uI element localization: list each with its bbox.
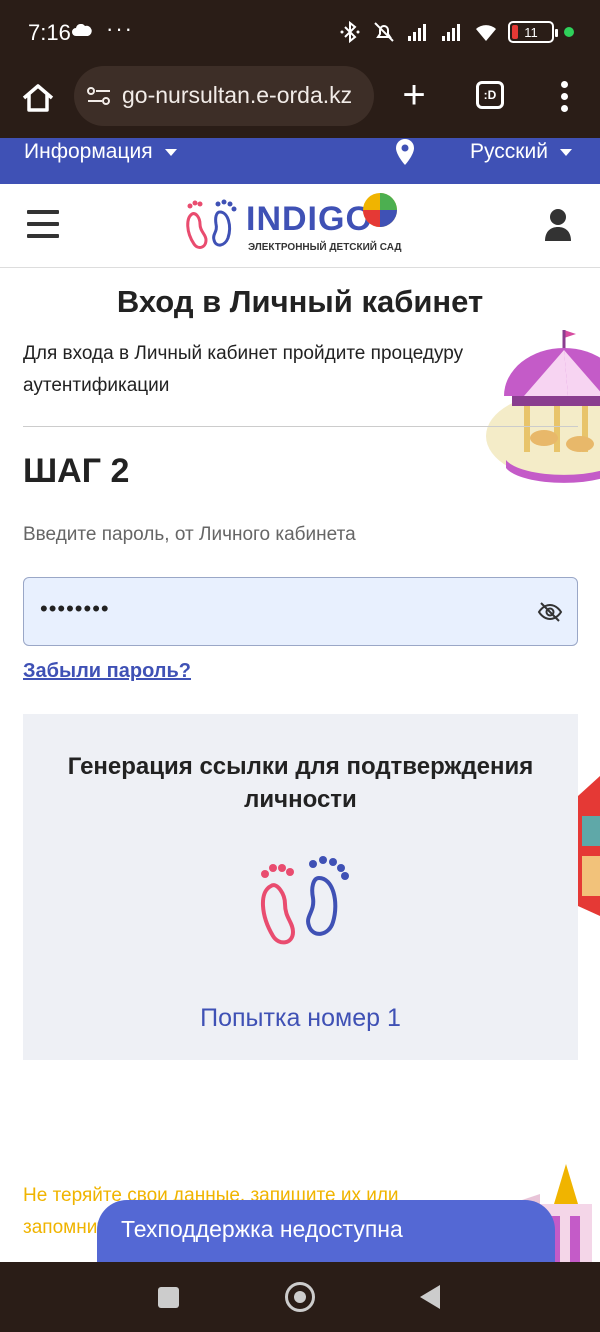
back-button[interactable] bbox=[420, 1285, 440, 1309]
divider bbox=[23, 426, 578, 427]
site-top-nav: Информация Русский bbox=[0, 138, 600, 184]
support-chat-button[interactable]: Техподдержка недоступна bbox=[97, 1200, 555, 1264]
page-title: Вход в Личный кабинет bbox=[116, 284, 484, 319]
chevron-down-icon bbox=[559, 148, 572, 156]
chevron-down-icon bbox=[164, 148, 177, 156]
new-tab-button[interactable]: + bbox=[396, 75, 432, 116]
notification-dots: ··· bbox=[106, 16, 134, 41]
support-label: Техподдержка недоступна bbox=[121, 1216, 403, 1242]
url-text[interactable]: go-nursultan.e-orda.kz bbox=[122, 82, 352, 109]
privacy-indicator bbox=[564, 27, 574, 37]
battery-level: 11 bbox=[524, 24, 538, 40]
generation-title: Генерация ссылки для подтверждения лично… bbox=[67, 753, 534, 813]
footprints-icon bbox=[261, 856, 349, 945]
cloud-icon bbox=[72, 24, 92, 36]
password-hint: Введите пароль, от Личного кабинета bbox=[23, 524, 356, 545]
indigo-logo[interactable]: INDIGO ЭЛЕКТРОННЫЙ ДЕТСКИЙ САД bbox=[184, 190, 416, 260]
bluetooth-icon bbox=[340, 20, 360, 44]
battery-icon: 11 bbox=[508, 21, 558, 43]
address-bar[interactable]: go-nursultan.e-orda.kz bbox=[74, 66, 374, 126]
home-button[interactable] bbox=[285, 1282, 315, 1312]
browser-toolbar: go-nursultan.e-orda.kz + :D bbox=[0, 66, 600, 138]
password-field[interactable]: •••••••• bbox=[23, 577, 578, 646]
page-description: Для входа в Личный кабинет пройдите проц… bbox=[23, 343, 464, 396]
signal-icon bbox=[408, 24, 426, 41]
browser-menu-button[interactable] bbox=[554, 78, 574, 114]
signal-icon bbox=[442, 24, 460, 41]
attempt-counter: Попытка номер 1 bbox=[200, 1004, 401, 1032]
status-bar: 7:16 ··· 11 bbox=[0, 0, 600, 66]
tabs-button[interactable]: :D bbox=[476, 81, 504, 109]
language-dropdown[interactable]: Русский bbox=[470, 140, 572, 164]
language-label: Русский bbox=[470, 140, 548, 163]
home-icon[interactable] bbox=[18, 78, 58, 118]
info-dropdown[interactable]: Информация bbox=[24, 140, 177, 164]
logo-subtitle: ЭЛЕКТРОННЫЙ ДЕТСКИЙ САД bbox=[248, 242, 402, 253]
location-pin-icon[interactable] bbox=[394, 138, 416, 166]
generation-panel: Генерация ссылки для подтверждения лично… bbox=[23, 714, 578, 1060]
site-settings-icon[interactable] bbox=[86, 84, 112, 108]
info-label: Информация bbox=[24, 140, 153, 163]
wifi-icon bbox=[476, 25, 496, 41]
site-header: INDIGO ЭЛЕКТРОННЫЙ ДЕТСКИЙ САД bbox=[0, 184, 600, 268]
logo-text: INDIGO bbox=[246, 200, 373, 238]
forgot-password-link[interactable]: Забыли пароль? bbox=[23, 660, 191, 683]
system-nav-bar bbox=[0, 1262, 600, 1332]
footprints-icon bbox=[186, 199, 237, 249]
hamburger-menu-icon[interactable] bbox=[27, 210, 59, 238]
eye-slash-icon[interactable] bbox=[537, 600, 563, 624]
ball-icon bbox=[363, 193, 397, 227]
recent-apps-button[interactable] bbox=[158, 1287, 179, 1308]
mute-icon bbox=[374, 22, 394, 42]
status-time: 7:16 bbox=[28, 20, 71, 45]
house-illustration bbox=[578, 776, 600, 916]
user-icon[interactable] bbox=[544, 208, 572, 242]
password-value[interactable]: •••••••• bbox=[40, 596, 110, 622]
step-heading: ШАГ 2 bbox=[23, 452, 130, 490]
